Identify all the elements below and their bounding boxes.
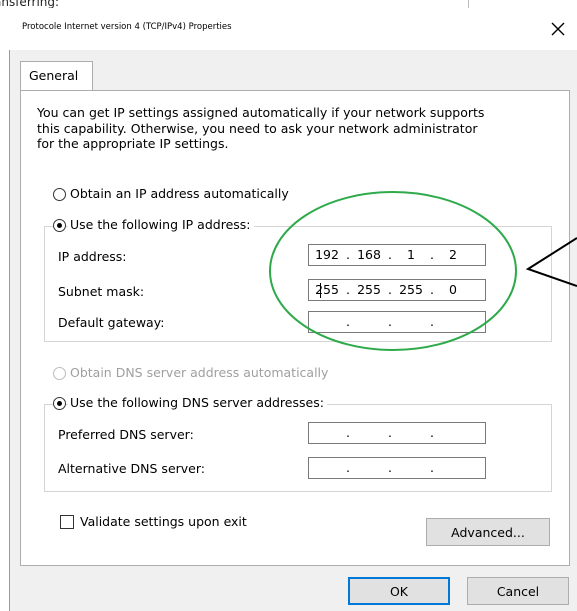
arrow-pointer-icon: [525, 237, 577, 287]
highlight-circle: [269, 191, 517, 351]
annotation-overlay: [269, 191, 577, 351]
screenshot-canvas: ansferring: Protocole Internet version 4…: [0, 0, 577, 611]
